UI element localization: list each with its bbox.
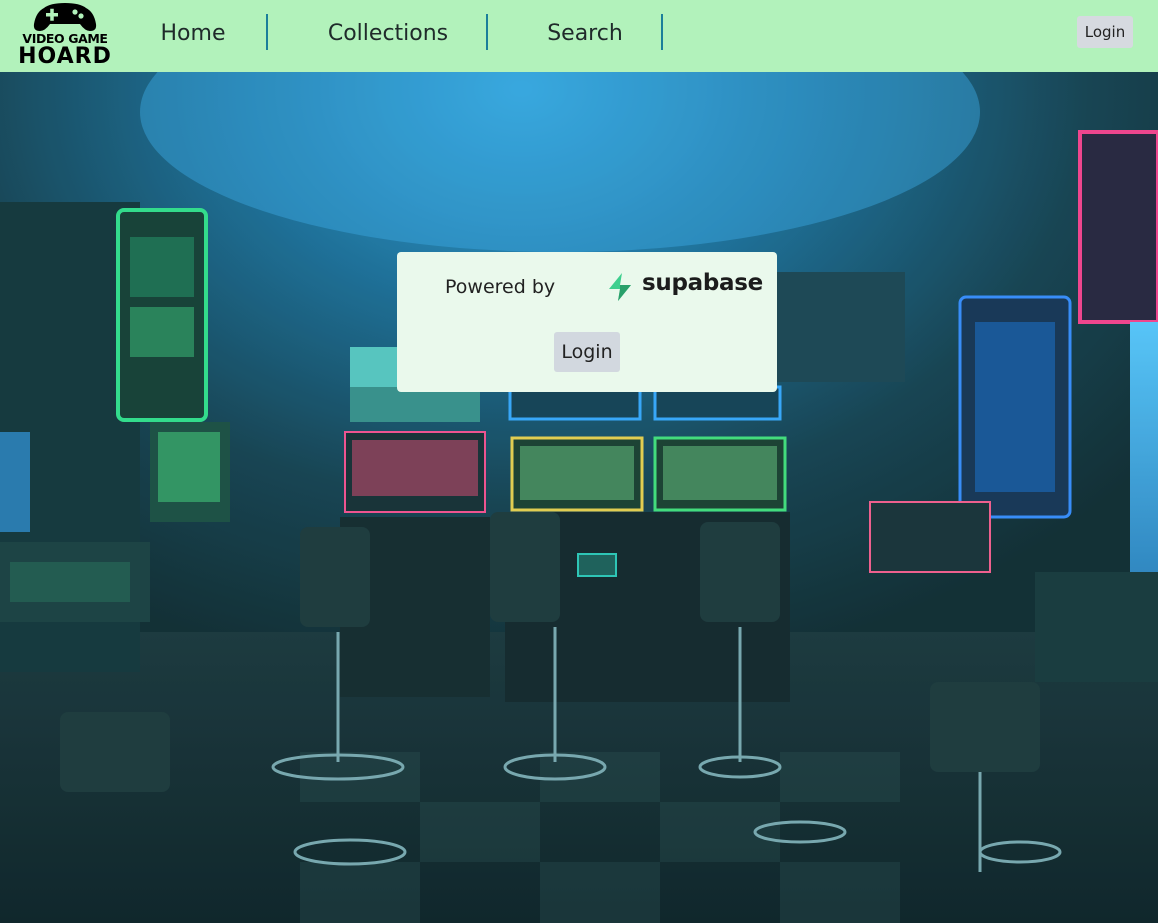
arcade-background-image <box>0 0 1158 923</box>
nav-divider <box>266 14 268 50</box>
nav-collections-link[interactable]: Collections <box>290 0 486 68</box>
powered-by-label: Powered by <box>445 276 556 298</box>
nav-search-link[interactable]: Search <box>510 0 660 68</box>
nav-home-link[interactable]: Home <box>140 0 246 68</box>
logo-text-bottom: HOARD <box>18 44 112 69</box>
header-login-button[interactable]: Login <box>1077 16 1133 48</box>
login-button[interactable]: Login <box>554 332 620 372</box>
supabase-brand-name: supabase <box>642 270 763 296</box>
gamepad-icon <box>33 3 97 31</box>
supabase-bolt-icon <box>606 272 634 302</box>
nav-divider <box>661 14 663 50</box>
nav-divider <box>486 14 488 50</box>
site-logo[interactable]: VIDEO GAME HOARD <box>10 2 120 70</box>
top-navigation-bar: VIDEO GAME HOARD Home Collections Search… <box>0 0 1158 72</box>
login-card: Powered by supabase Login <box>397 252 777 392</box>
